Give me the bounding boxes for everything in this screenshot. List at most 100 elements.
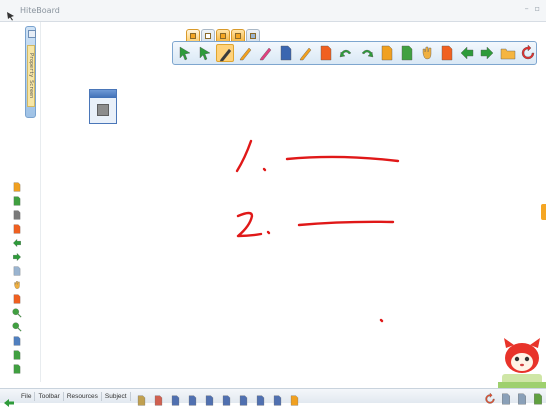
window-button[interactable] bbox=[516, 390, 528, 405]
desktop-button[interactable] bbox=[532, 390, 544, 405]
panel-pin-icon[interactable] bbox=[28, 30, 36, 38]
left-toolbar bbox=[11, 177, 25, 374]
right-edge-tab[interactable] bbox=[541, 204, 546, 220]
edit-page-button[interactable] bbox=[378, 44, 395, 62]
zoom-out-button[interactable] bbox=[12, 317, 22, 332]
function-tool-button[interactable] bbox=[153, 391, 165, 406]
menu-file[interactable]: File bbox=[18, 391, 36, 401]
prev-page-button[interactable] bbox=[458, 44, 475, 62]
protractor-half-button[interactable] bbox=[272, 391, 284, 406]
multi-select-button[interactable] bbox=[196, 44, 213, 62]
compass-tool-button[interactable] bbox=[255, 391, 267, 406]
line-style-button[interactable] bbox=[277, 44, 294, 62]
ink-stroke-dot-three bbox=[379, 318, 384, 323]
new-page-button[interactable] bbox=[398, 44, 415, 62]
multi-select-icon bbox=[199, 46, 211, 61]
bottom-bar: File Toolbar Resources Subject bbox=[0, 388, 546, 407]
geometry-tool-button[interactable] bbox=[187, 391, 199, 406]
eraser-page-button[interactable] bbox=[317, 44, 334, 62]
ink-stroke-dot-one bbox=[262, 167, 267, 172]
settings-icon bbox=[13, 364, 21, 374]
gallery-tab-icon bbox=[250, 33, 256, 39]
cube-tool-button[interactable] bbox=[204, 391, 216, 406]
main-toolbar bbox=[172, 41, 537, 65]
collapse-arrow-icon[interactable] bbox=[4, 392, 14, 407]
ink-stroke-line-two bbox=[297, 220, 395, 227]
document-icon bbox=[502, 393, 510, 405]
new-page-button[interactable] bbox=[12, 191, 22, 206]
edit-page-icon bbox=[381, 45, 392, 61]
pencil-tab-icon bbox=[220, 33, 226, 39]
next-page-button[interactable] bbox=[12, 247, 22, 262]
highlighter-button[interactable] bbox=[257, 44, 274, 62]
floating-widget-stop-icon[interactable] bbox=[97, 104, 109, 116]
next-page-button[interactable] bbox=[478, 44, 495, 62]
graph-tool-button[interactable] bbox=[170, 391, 182, 406]
prev-page-button[interactable] bbox=[12, 233, 22, 248]
minimize-button[interactable]: – bbox=[525, 4, 529, 13]
menu-subject[interactable]: Subject bbox=[102, 391, 131, 401]
refresh-button[interactable] bbox=[519, 44, 536, 62]
window-title: HiteBoard bbox=[20, 6, 60, 15]
clear-page-button[interactable] bbox=[12, 219, 22, 234]
restore-button[interactable]: ▫ bbox=[535, 4, 540, 13]
hand-pan-icon bbox=[422, 46, 432, 60]
zoom-in-button[interactable] bbox=[12, 303, 22, 318]
pen-icon bbox=[219, 48, 232, 62]
record-button[interactable] bbox=[12, 331, 22, 346]
settings-button[interactable] bbox=[12, 359, 22, 374]
compass-tool-icon bbox=[256, 395, 264, 406]
triangle-tool-button[interactable] bbox=[221, 391, 233, 406]
function-tool-icon bbox=[154, 395, 162, 406]
hand-button[interactable] bbox=[12, 275, 22, 289]
prev-page-icon bbox=[460, 46, 474, 60]
protractor-tool-icon bbox=[137, 395, 145, 406]
page-list-button[interactable] bbox=[12, 261, 22, 276]
redo-button[interactable] bbox=[358, 44, 375, 62]
undo-icon bbox=[340, 49, 352, 58]
ink-stroke-one bbox=[235, 139, 253, 173]
next-page-icon bbox=[481, 46, 494, 60]
page-tab-icon bbox=[205, 33, 211, 39]
folder-icon bbox=[500, 48, 515, 60]
set-square-tool-button[interactable] bbox=[238, 391, 250, 406]
select-arrow-icon bbox=[179, 46, 191, 61]
property-screen-tab[interactable]: Property Screen bbox=[27, 45, 35, 107]
protractor-tool-button[interactable] bbox=[136, 391, 148, 406]
select-arrow-button[interactable] bbox=[176, 44, 193, 62]
hand-pan-button[interactable] bbox=[418, 44, 435, 62]
desktop-icon bbox=[534, 393, 542, 405]
ink-stroke-line-one bbox=[285, 155, 400, 163]
copy-page-button[interactable] bbox=[12, 205, 22, 220]
eraser-page-icon bbox=[320, 45, 332, 61]
menu-toolbar[interactable]: Toolbar bbox=[35, 391, 64, 401]
undo-button[interactable] bbox=[337, 44, 354, 62]
document-button[interactable] bbox=[500, 390, 512, 405]
pen-button[interactable] bbox=[216, 44, 234, 62]
redo-icon bbox=[361, 49, 373, 58]
brush-button[interactable] bbox=[237, 44, 254, 62]
mascot-character bbox=[498, 338, 546, 388]
ruler-tool-button[interactable] bbox=[289, 391, 301, 406]
set-square-tool-icon bbox=[239, 395, 247, 406]
screen-button[interactable] bbox=[12, 345, 22, 360]
ruler-tool-icon bbox=[290, 395, 298, 406]
magic-pen-icon bbox=[299, 47, 312, 61]
sync-button[interactable] bbox=[484, 390, 496, 404]
edit-button[interactable] bbox=[12, 177, 22, 192]
magic-pen-button[interactable] bbox=[297, 44, 314, 62]
highlighter-icon bbox=[259, 47, 271, 61]
new-page-icon bbox=[401, 45, 413, 61]
delete-button[interactable] bbox=[12, 289, 22, 304]
app-logo-icon bbox=[6, 6, 16, 20]
cube-tool-icon bbox=[205, 395, 213, 406]
window-icon bbox=[518, 393, 526, 405]
floating-widget[interactable] bbox=[89, 89, 117, 124]
ink-stroke-two bbox=[236, 211, 263, 238]
menu-resources[interactable]: Resources bbox=[64, 391, 102, 401]
delete-page-button[interactable] bbox=[438, 44, 455, 62]
delete-page-icon bbox=[441, 45, 453, 61]
floating-widget-titlebar[interactable] bbox=[90, 90, 116, 98]
property-panel[interactable]: Property Screen bbox=[25, 26, 36, 118]
folder-button[interactable] bbox=[499, 44, 516, 62]
